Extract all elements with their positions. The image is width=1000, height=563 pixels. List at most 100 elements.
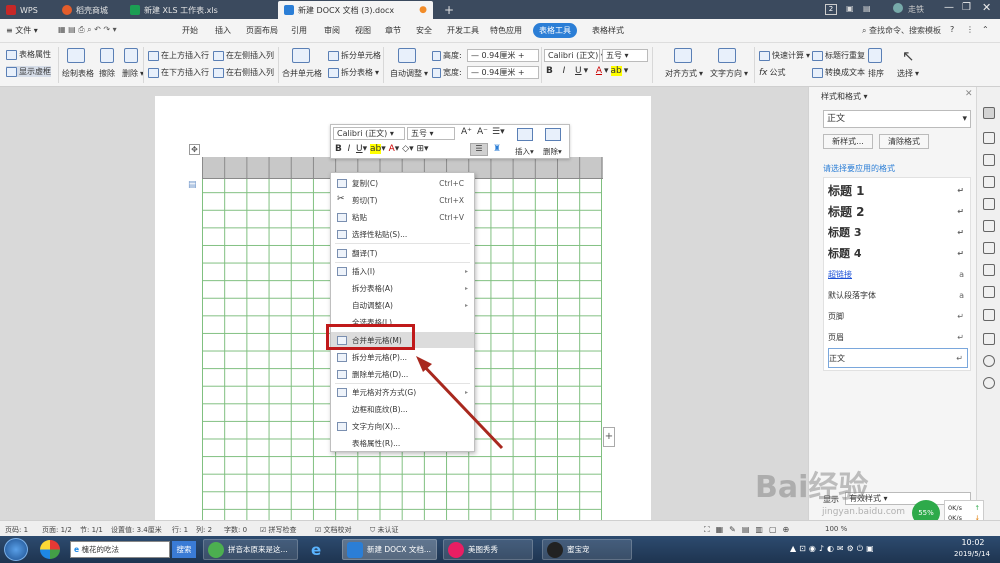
mini-font-select[interactable]: Calibri (正文) ▾ <box>333 127 405 140</box>
ctx-insert[interactable]: 插入(I) ▸ <box>331 263 474 279</box>
more-icon[interactable]: ⋮ <box>966 25 974 34</box>
ctx-cut[interactable]: ✂ 剪切(T) Ctrl+X <box>331 192 474 208</box>
width-stepper[interactable]: — 0.94厘米 + <box>467 66 539 79</box>
draw-table-button[interactable]: 绘制表格 <box>62 68 94 79</box>
history-icon[interactable] <box>983 355 995 367</box>
mini-size-select[interactable]: 五号 ▾ <box>407 127 455 140</box>
menu-security[interactable]: 安全 <box>416 25 432 36</box>
style-pane-toggle-icon[interactable] <box>983 107 995 119</box>
download-icon[interactable] <box>983 333 995 345</box>
style-heading-1[interactable]: 标题 1 ↵ <box>828 180 968 200</box>
mini-delete-button[interactable]: 删除▾ <box>543 146 562 157</box>
help-pane-icon[interactable] <box>983 377 995 389</box>
style-hyperlink[interactable]: 超链接 a <box>828 264 968 284</box>
taskbar-ie[interactable]: e <box>307 539 331 560</box>
ctx-copy[interactable]: 复制(C) Ctrl+C <box>331 175 474 191</box>
browser-logo-icon[interactable] <box>40 540 60 559</box>
new-style-button[interactable]: 新样式... <box>823 134 873 149</box>
window-count-badge[interactable]: 2 <box>825 4 837 15</box>
menu-review[interactable]: 审阅 <box>324 25 340 36</box>
shapes-icon[interactable] <box>983 154 995 166</box>
table-properties-button[interactable]: 表格属性 <box>6 49 51 60</box>
line-spacing-icon[interactable]: ☰▾ <box>492 127 505 137</box>
delete-button[interactable]: 删除 ▾ <box>122 68 144 79</box>
menu-table-tools[interactable]: 表格工具 <box>533 23 577 38</box>
split-cells-button[interactable]: 拆分单元格 <box>328 50 381 61</box>
style-default-font[interactable]: 默认段落字体 a <box>828 285 968 305</box>
height-stepper[interactable]: — 0.94厘米 + <box>467 49 539 62</box>
style-heading-4[interactable]: 标题 4 ↵ <box>828 243 968 263</box>
close-icon[interactable]: ✕ <box>982 1 991 14</box>
erase-button[interactable]: 擦除 <box>99 68 115 79</box>
taskbar-app-pinyin[interactable]: 拼音本原来是这... <box>203 539 298 560</box>
tab-docx[interactable]: 新建 DOCX 文档 (3).docx ● <box>278 1 433 19</box>
translate-pane-icon[interactable] <box>983 264 995 276</box>
menu-features[interactable]: 特色应用 <box>490 25 522 36</box>
command-search[interactable]: ⌕ 查找命令、搜索模板 <box>862 25 941 36</box>
select-icon[interactable] <box>983 132 995 144</box>
mini-format-icons[interactable]: B I U▾ ab▾ A▾ ◇▾ ⊞▾ <box>335 144 429 154</box>
zoom-level[interactable]: 100 % <box>825 525 847 533</box>
tab-xls[interactable]: 新建 XLS 工作表.xls <box>124 1 272 19</box>
show-grid-button[interactable]: 显示虚框 <box>6 66 51 77</box>
quick-calc-button[interactable]: 快速计算 ▾ <box>759 50 810 61</box>
menu-insert[interactable]: 插入 <box>215 25 231 36</box>
style-heading-3[interactable]: 标题 3 ↵ <box>828 222 968 242</box>
styles-pane-title[interactable]: 样式和格式 ▾ <box>821 91 868 102</box>
auto-fit-button[interactable]: 自动调整 ▾ <box>390 68 428 79</box>
style-footer[interactable]: 页脚 ↵ <box>828 306 968 326</box>
view-mode-icons[interactable]: ⛶▦✎▤▥▢⊕ <box>704 525 795 535</box>
maximize-icon[interactable]: ❐ <box>962 2 971 13</box>
menu-start[interactable]: 开始 <box>182 25 198 36</box>
ctx-paste[interactable]: 粘贴 Ctrl+V <box>331 209 474 225</box>
tab-wps[interactable]: WPS <box>0 1 54 19</box>
clock-time[interactable]: 10:02 <box>948 538 998 547</box>
layout-icon[interactable]: ▤ <box>863 4 871 13</box>
menu-dev-tools[interactable]: 开发工具 <box>447 25 479 36</box>
underline-icon[interactable]: U <box>575 66 582 76</box>
insert-col-right-button[interactable]: 在右侧插入列 <box>213 67 274 78</box>
mini-brush-icon[interactable]: ♜ <box>493 144 501 154</box>
skin-icon[interactable]: ▣ <box>846 4 854 13</box>
title-repeat-button[interactable]: 标题行重复 <box>812 50 865 61</box>
add-column-button[interactable]: + <box>603 427 615 447</box>
settings-icon[interactable] <box>983 176 995 188</box>
cert-status[interactable]: ⛉ 未认证 <box>370 525 398 535</box>
taskbar-search-input[interactable]: e 槐花的吃法 <box>70 541 170 558</box>
taskbar-app-wps[interactable]: 新建 DOCX 文档... <box>342 539 437 560</box>
split-table-button[interactable]: 拆分表格 ▾ <box>328 67 379 78</box>
ctx-translate[interactable]: 翻译(T) <box>331 245 474 261</box>
tools-icon[interactable] <box>983 286 995 298</box>
user-name[interactable]: 走铁 <box>908 4 924 15</box>
sort-button[interactable]: 排序 <box>868 68 884 79</box>
menu-chapter[interactable]: 章节 <box>385 25 401 36</box>
insert-row-below-button[interactable]: 在下方插入行 <box>148 67 209 78</box>
taskbar-search-button[interactable]: 搜索 <box>172 541 196 558</box>
share-icon[interactable] <box>983 242 995 254</box>
style-header[interactable]: 页眉 ↵ <box>828 327 968 347</box>
formula-button[interactable]: fx 公式 <box>759 67 786 78</box>
menu-table-style[interactable]: 表格样式 <box>592 25 624 36</box>
clear-format-button[interactable]: 清除格式 <box>879 134 929 149</box>
select-button[interactable]: 选择 ▾ <box>897 68 919 79</box>
menu-references[interactable]: 引用 <box>291 25 307 36</box>
pane-close-icon[interactable]: ✕ <box>965 89 973 99</box>
style-normal[interactable]: 正文 ↵ <box>828 348 968 368</box>
tab-shop[interactable]: 稻壳商城 <box>56 1 120 19</box>
toolbar-quick-icons[interactable]: ▦ ▤ ⎙ ⌕ ↶ ↷ ▾ <box>58 25 117 35</box>
shrink-font-icon[interactable]: A⁻ <box>477 127 488 137</box>
menu-page-layout[interactable]: 页面布局 <box>246 25 278 36</box>
italic-icon[interactable]: I <box>563 66 566 76</box>
insert-col-left-button[interactable]: 在左侧插入列 <box>213 50 274 61</box>
taskbar-app-meitu[interactable]: 美图秀秀 <box>443 539 533 560</box>
style-heading-2[interactable]: 标题 2 ↵ <box>828 201 968 221</box>
start-button[interactable] <box>4 538 28 561</box>
ctx-auto-fit[interactable]: 自动调整(A) ▸ <box>331 297 474 313</box>
collapse-ribbon-icon[interactable]: ⌃ <box>982 25 989 34</box>
bold-icon[interactable]: B <box>546 66 553 76</box>
new-tab-button[interactable]: + <box>438 1 458 19</box>
current-style-select[interactable]: 正文 ▾ <box>823 110 971 128</box>
grow-font-icon[interactable]: A⁺ <box>461 127 472 137</box>
proofread-button[interactable]: ☑ 文档校对 <box>315 525 352 535</box>
taskbar-app-qq[interactable]: 蜜宝宠 <box>542 539 632 560</box>
